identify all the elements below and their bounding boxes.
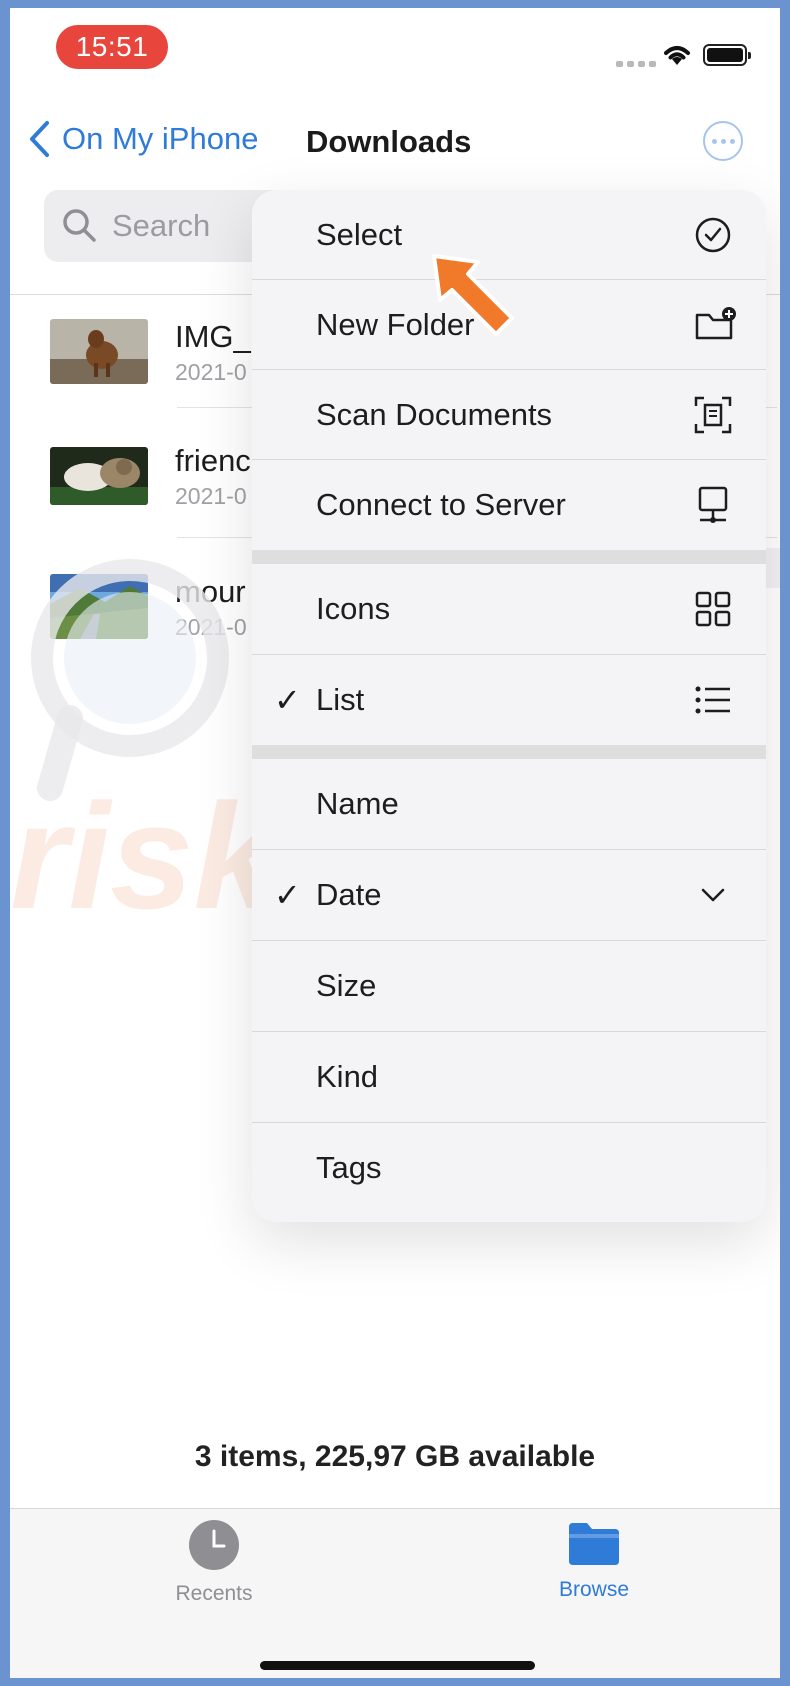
file-date: 2021-0 bbox=[175, 614, 247, 640]
file-name: mour bbox=[175, 574, 246, 609]
pointer-arrow-icon bbox=[432, 254, 514, 336]
menu-item-sort-size[interactable]: Size bbox=[252, 941, 766, 1031]
list-icon bbox=[695, 686, 730, 714]
menu-item-sort-name[interactable]: Name bbox=[252, 759, 766, 849]
scan-document-icon bbox=[694, 396, 732, 434]
menu-item-sort-kind[interactable]: Kind bbox=[252, 1032, 766, 1122]
clock-icon bbox=[189, 1520, 239, 1570]
folder-icon bbox=[569, 1523, 619, 1565]
more-options-button[interactable] bbox=[703, 121, 743, 161]
menu-item-label: Kind bbox=[316, 1059, 379, 1094]
checkmark-circle-icon bbox=[695, 217, 731, 253]
chevron-down-icon bbox=[701, 888, 725, 902]
tab-label: Browse bbox=[558, 1578, 630, 1601]
file-thumbnail bbox=[50, 574, 148, 639]
page-title: Downloads bbox=[306, 124, 472, 159]
tab-bar: Recents Browse bbox=[10, 1508, 780, 1678]
back-label: On My iPhone bbox=[62, 121, 259, 156]
file-thumbnail bbox=[50, 447, 148, 505]
search-icon bbox=[63, 209, 96, 242]
file-name: IMG_ bbox=[175, 319, 251, 354]
file-thumbnail bbox=[50, 319, 148, 384]
battery-icon bbox=[703, 44, 751, 66]
menu-item-list[interactable]: ✓ List bbox=[252, 655, 766, 745]
menu-item-connect-to-server[interactable]: Connect to Server bbox=[252, 460, 766, 550]
menu-item-label: List bbox=[316, 682, 365, 717]
menu-item-label: Size bbox=[316, 968, 377, 1003]
tab-recents[interactable]: Recents bbox=[134, 1519, 294, 1606]
menu-item-label: Date bbox=[316, 877, 382, 912]
folder-plus-icon bbox=[695, 307, 736, 340]
menu-item-label: Connect to Server bbox=[316, 487, 566, 522]
menu-item-icons[interactable]: Icons bbox=[252, 564, 766, 654]
cellular-signal-icon bbox=[616, 61, 656, 67]
menu-item-sort-date[interactable]: ✓ Date bbox=[252, 850, 766, 940]
context-menu: Select New Folder Scan Documents Connect… bbox=[252, 190, 766, 1222]
wifi-icon bbox=[664, 46, 690, 65]
menu-item-scan-documents[interactable]: Scan Documents bbox=[252, 370, 766, 460]
tab-label: Recents bbox=[175, 1582, 253, 1605]
tab-browse[interactable]: Browse bbox=[514, 1519, 674, 1602]
grid-icon bbox=[695, 591, 731, 627]
back-button[interactable]: On My iPhone bbox=[28, 120, 258, 158]
server-icon bbox=[698, 486, 728, 523]
menu-item-label: Icons bbox=[316, 591, 391, 626]
status-time: 15:51 bbox=[56, 25, 168, 69]
file-date: 2021-0 bbox=[175, 483, 247, 509]
storage-status: 3 items, 225,97 GB available bbox=[194, 1440, 596, 1473]
menu-item-label: Select bbox=[316, 217, 403, 252]
checkmark-icon: ✓ bbox=[274, 877, 301, 913]
menu-item-sort-tags[interactable]: Tags bbox=[252, 1123, 766, 1213]
menu-group-divider bbox=[252, 550, 766, 564]
checkmark-icon: ✓ bbox=[274, 682, 301, 718]
file-name: frienc bbox=[175, 443, 251, 478]
search-placeholder: Search bbox=[112, 208, 211, 243]
home-indicator[interactable] bbox=[260, 1661, 535, 1670]
menu-item-label: Tags bbox=[316, 1150, 382, 1185]
menu-item-label: Name bbox=[316, 786, 399, 821]
chevron-left-icon bbox=[30, 121, 49, 157]
menu-group-divider bbox=[252, 745, 766, 759]
menu-item-label: Scan Documents bbox=[316, 397, 553, 432]
screen: 15:51 On My iPhone Downloads Search IMG_… bbox=[10, 8, 780, 1678]
file-date: 2021-0 bbox=[175, 359, 247, 385]
